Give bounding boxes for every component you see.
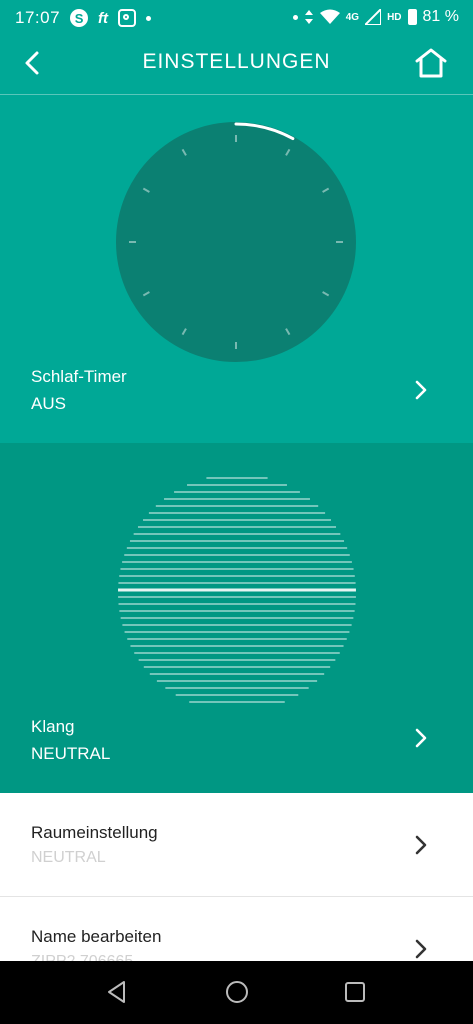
app-bar: EINSTELLUNGEN	[0, 36, 473, 95]
home-circle-icon[interactable]	[224, 979, 250, 1005]
back-triangle-icon[interactable]	[104, 979, 130, 1005]
battery-icon	[407, 9, 417, 25]
ft-icon: ft	[98, 9, 109, 27]
notification-dot-icon	[146, 15, 152, 21]
chevron-right-icon[interactable]	[412, 727, 430, 749]
sleep-timer-row[interactable]: Schlaf-Timer AUS	[31, 367, 127, 414]
sound-value: NEUTRAL	[31, 744, 111, 763]
room-setting-label: Raumeinstellung	[31, 823, 158, 842]
battery-percent: 81 %	[422, 8, 459, 25]
status-time: 17:07	[15, 8, 61, 27]
home-icon[interactable]	[413, 46, 449, 80]
data-arrows-icon	[304, 10, 313, 24]
sound-section[interactable]: Klang NEUTRAL	[0, 443, 473, 793]
wifi-icon	[319, 9, 340, 24]
sleep-timer-value: AUS	[31, 394, 66, 413]
edit-name-label: Name bearbeiten	[31, 927, 162, 946]
sound-label: Klang	[31, 717, 75, 736]
room-setting-row[interactable]: Raumeinstellung NEUTRAL	[0, 793, 473, 897]
sleep-timer-dial[interactable]	[116, 122, 356, 362]
chevron-right-icon[interactable]	[412, 834, 430, 856]
dial-face	[116, 122, 356, 362]
notification-dot-icon	[292, 14, 298, 20]
page-title: EINSTELLUNGEN	[142, 50, 331, 73]
status-bar: 17:07 S ft 4G HD 81 %	[0, 0, 473, 36]
chevron-right-icon[interactable]	[412, 938, 430, 960]
settings-list: Raumeinstellung NEUTRAL Name bearbeiten …	[0, 793, 473, 970]
sound-row[interactable]: Klang NEUTRAL	[31, 717, 110, 764]
signal-icon	[365, 9, 382, 25]
sleep-timer-label: Schlaf-Timer	[31, 367, 127, 386]
system-nav-bar	[0, 961, 473, 1024]
recents-square-icon[interactable]	[342, 979, 368, 1005]
skype-icon: S	[70, 9, 89, 27]
network-type: 4G	[345, 11, 360, 23]
sound-globe-graphic	[118, 477, 356, 703]
hd-indicator: HD	[387, 11, 402, 23]
instagram-icon	[118, 9, 137, 27]
sleep-timer-section[interactable]: Schlaf-Timer AUS	[0, 95, 473, 443]
room-setting-value: NEUTRAL	[31, 849, 106, 866]
chevron-right-icon[interactable]	[412, 379, 430, 401]
